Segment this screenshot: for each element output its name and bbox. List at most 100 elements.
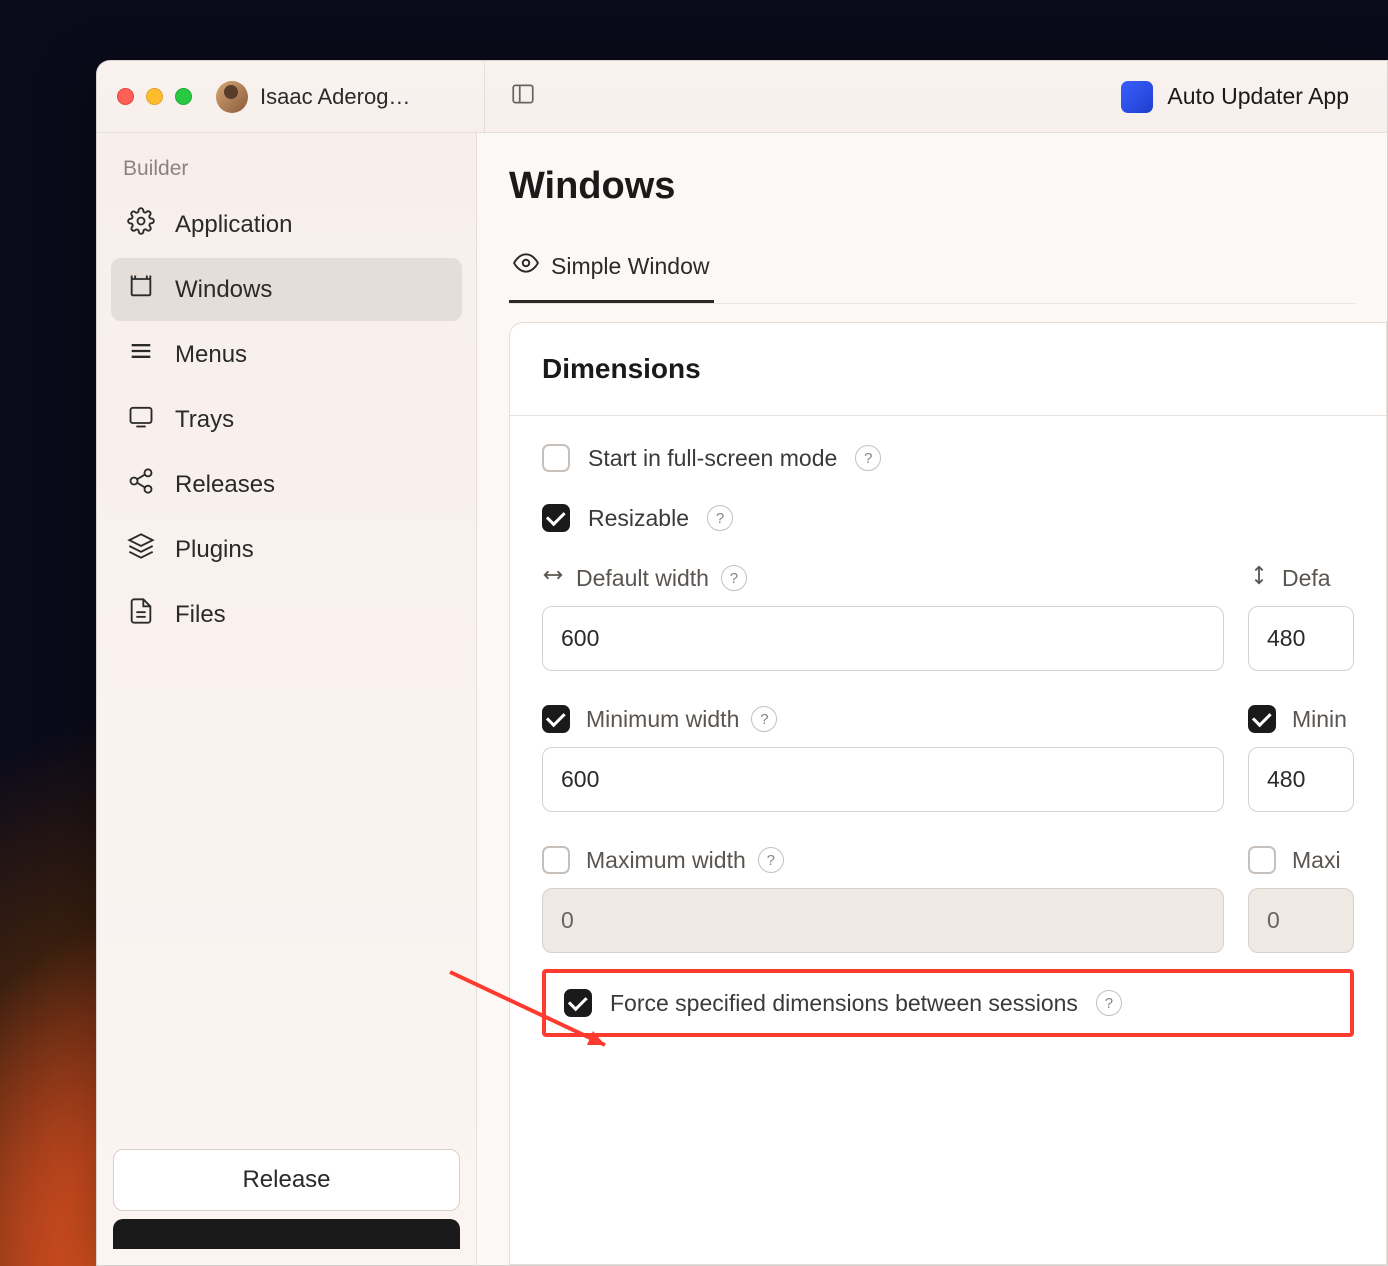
sidebar-item-application[interactable]: Application (111, 193, 462, 256)
titlebar-toolbar: Auto Updater App (485, 77, 1367, 117)
sidebar: Builder Application Windows Menus Trays … (97, 133, 477, 1265)
min-height-label: Minin (1292, 706, 1347, 733)
eye-icon (513, 250, 539, 282)
max-height-col: Maxi (1248, 846, 1354, 953)
force-dimensions-checkbox[interactable] (564, 989, 592, 1017)
help-icon[interactable]: ? (751, 706, 777, 732)
resizable-row: Resizable ? (542, 504, 1354, 532)
default-height-input[interactable] (1248, 606, 1354, 671)
tab-simple-window[interactable]: Simple Window (509, 236, 714, 303)
app-title: Auto Updater App (1167, 83, 1349, 110)
window-icon (127, 272, 155, 307)
default-width-input[interactable] (542, 606, 1224, 671)
sidebar-item-plugins[interactable]: Plugins (111, 518, 462, 581)
sidebar-item-label: Menus (175, 341, 247, 369)
min-width-label: Minimum width (586, 706, 739, 733)
minimize-window-button[interactable] (146, 88, 163, 105)
min-width-label-row: Minimum width ? (542, 705, 1224, 733)
sidebar-item-label: Releases (175, 471, 275, 499)
close-window-button[interactable] (117, 88, 134, 105)
sidebar-item-label: Application (175, 211, 292, 239)
max-height-checkbox[interactable] (1248, 846, 1276, 874)
default-width-label-row: Default width ? (542, 564, 1224, 592)
fullscreen-row: Start in full-screen mode ? (542, 444, 1354, 472)
max-height-input[interactable] (1248, 888, 1354, 953)
max-height-label-row: Maxi (1248, 846, 1354, 874)
default-width-label: Default width (576, 565, 709, 592)
fullscreen-label: Start in full-screen mode (588, 445, 837, 472)
avatar[interactable] (216, 81, 248, 113)
content-area: Dimensions Start in full-screen mode ? R… (477, 304, 1387, 1265)
arrows-vertical-icon (1248, 564, 1270, 592)
max-width-col: Maximum width ? (542, 846, 1224, 953)
sidebar-item-label: Windows (175, 276, 272, 304)
max-width-label-row: Maximum width ? (542, 846, 1224, 874)
tabs: Simple Window (509, 236, 1355, 304)
app-body: Builder Application Windows Menus Trays … (97, 133, 1387, 1265)
default-height-label: Defa (1282, 565, 1331, 592)
main-header: Windows Simple Window (477, 133, 1387, 304)
max-width-input[interactable] (542, 888, 1224, 953)
sidebar-item-label: Files (175, 601, 226, 629)
file-icon (127, 597, 155, 632)
sidebar-item-label: Trays (175, 406, 234, 434)
help-icon[interactable]: ? (1096, 990, 1122, 1016)
traffic-lights (117, 88, 192, 105)
max-size-row: Maximum width ? Maxi (542, 846, 1354, 953)
min-height-input[interactable] (1248, 747, 1354, 812)
resizable-checkbox[interactable] (542, 504, 570, 532)
min-size-row: Minimum width ? Minin (542, 705, 1354, 812)
force-dimensions-label: Force specified dimensions between sessi… (610, 990, 1078, 1017)
sidebar-toggle-button[interactable] (503, 77, 543, 117)
sidebar-item-releases[interactable]: Releases (111, 453, 462, 516)
main-content: Windows Simple Window Dimensions (477, 133, 1387, 1265)
tray-icon (127, 402, 155, 437)
menu-icon (127, 337, 155, 372)
max-width-checkbox[interactable] (542, 846, 570, 874)
page-title: Windows (509, 165, 1355, 208)
fullscreen-checkbox[interactable] (542, 444, 570, 472)
default-width-col: Default width ? (542, 564, 1224, 671)
user-name: Isaac Aderog… (260, 84, 460, 110)
min-width-input[interactable] (542, 747, 1224, 812)
card-header: Dimensions (510, 323, 1386, 416)
layers-icon (127, 532, 155, 567)
min-height-label-row: Minin (1248, 705, 1354, 733)
default-height-label-row: Defa (1248, 564, 1354, 592)
titlebar: Isaac Aderog… Auto Updater App (97, 61, 1387, 133)
help-icon[interactable]: ? (855, 445, 881, 471)
resizable-label: Resizable (588, 505, 689, 532)
gear-icon (127, 207, 155, 242)
default-height-col: Defa (1248, 564, 1354, 671)
max-width-label: Maximum width (586, 847, 746, 874)
panel-left-icon (510, 81, 536, 112)
sidebar-item-windows[interactable]: Windows (111, 258, 462, 321)
sidebar-item-files[interactable]: Files (111, 583, 462, 646)
card-title: Dimensions (542, 353, 1354, 385)
sidebar-item-label: Plugins (175, 536, 254, 564)
max-height-label: Maxi (1292, 847, 1341, 874)
maximize-window-button[interactable] (175, 88, 192, 105)
release-button[interactable]: Release (113, 1149, 460, 1211)
min-height-col: Minin (1248, 705, 1354, 812)
highlight-annotation: Force specified dimensions between sessi… (542, 969, 1354, 1037)
help-icon[interactable]: ? (721, 565, 747, 591)
app-window: Isaac Aderog… Auto Updater App Builder A… (96, 60, 1388, 1266)
sidebar-section-label: Builder (111, 157, 462, 193)
sidebar-item-trays[interactable]: Trays (111, 388, 462, 451)
sidebar-item-menus[interactable]: Menus (111, 323, 462, 386)
help-icon[interactable]: ? (707, 505, 733, 531)
dimensions-card: Dimensions Start in full-screen mode ? R… (509, 322, 1387, 1265)
default-size-row: Default width ? Defa (542, 564, 1354, 671)
tab-label: Simple Window (551, 253, 710, 280)
app-icon (1121, 81, 1153, 113)
bottom-bar (113, 1219, 460, 1249)
arrows-horizontal-icon (542, 564, 564, 592)
share-icon (127, 467, 155, 502)
min-width-col: Minimum width ? (542, 705, 1224, 812)
force-dimensions-row: Force specified dimensions between sessi… (564, 989, 1332, 1017)
min-height-checkbox[interactable] (1248, 705, 1276, 733)
help-icon[interactable]: ? (758, 847, 784, 873)
card-body: Start in full-screen mode ? Resizable ? (510, 416, 1386, 1065)
min-width-checkbox[interactable] (542, 705, 570, 733)
